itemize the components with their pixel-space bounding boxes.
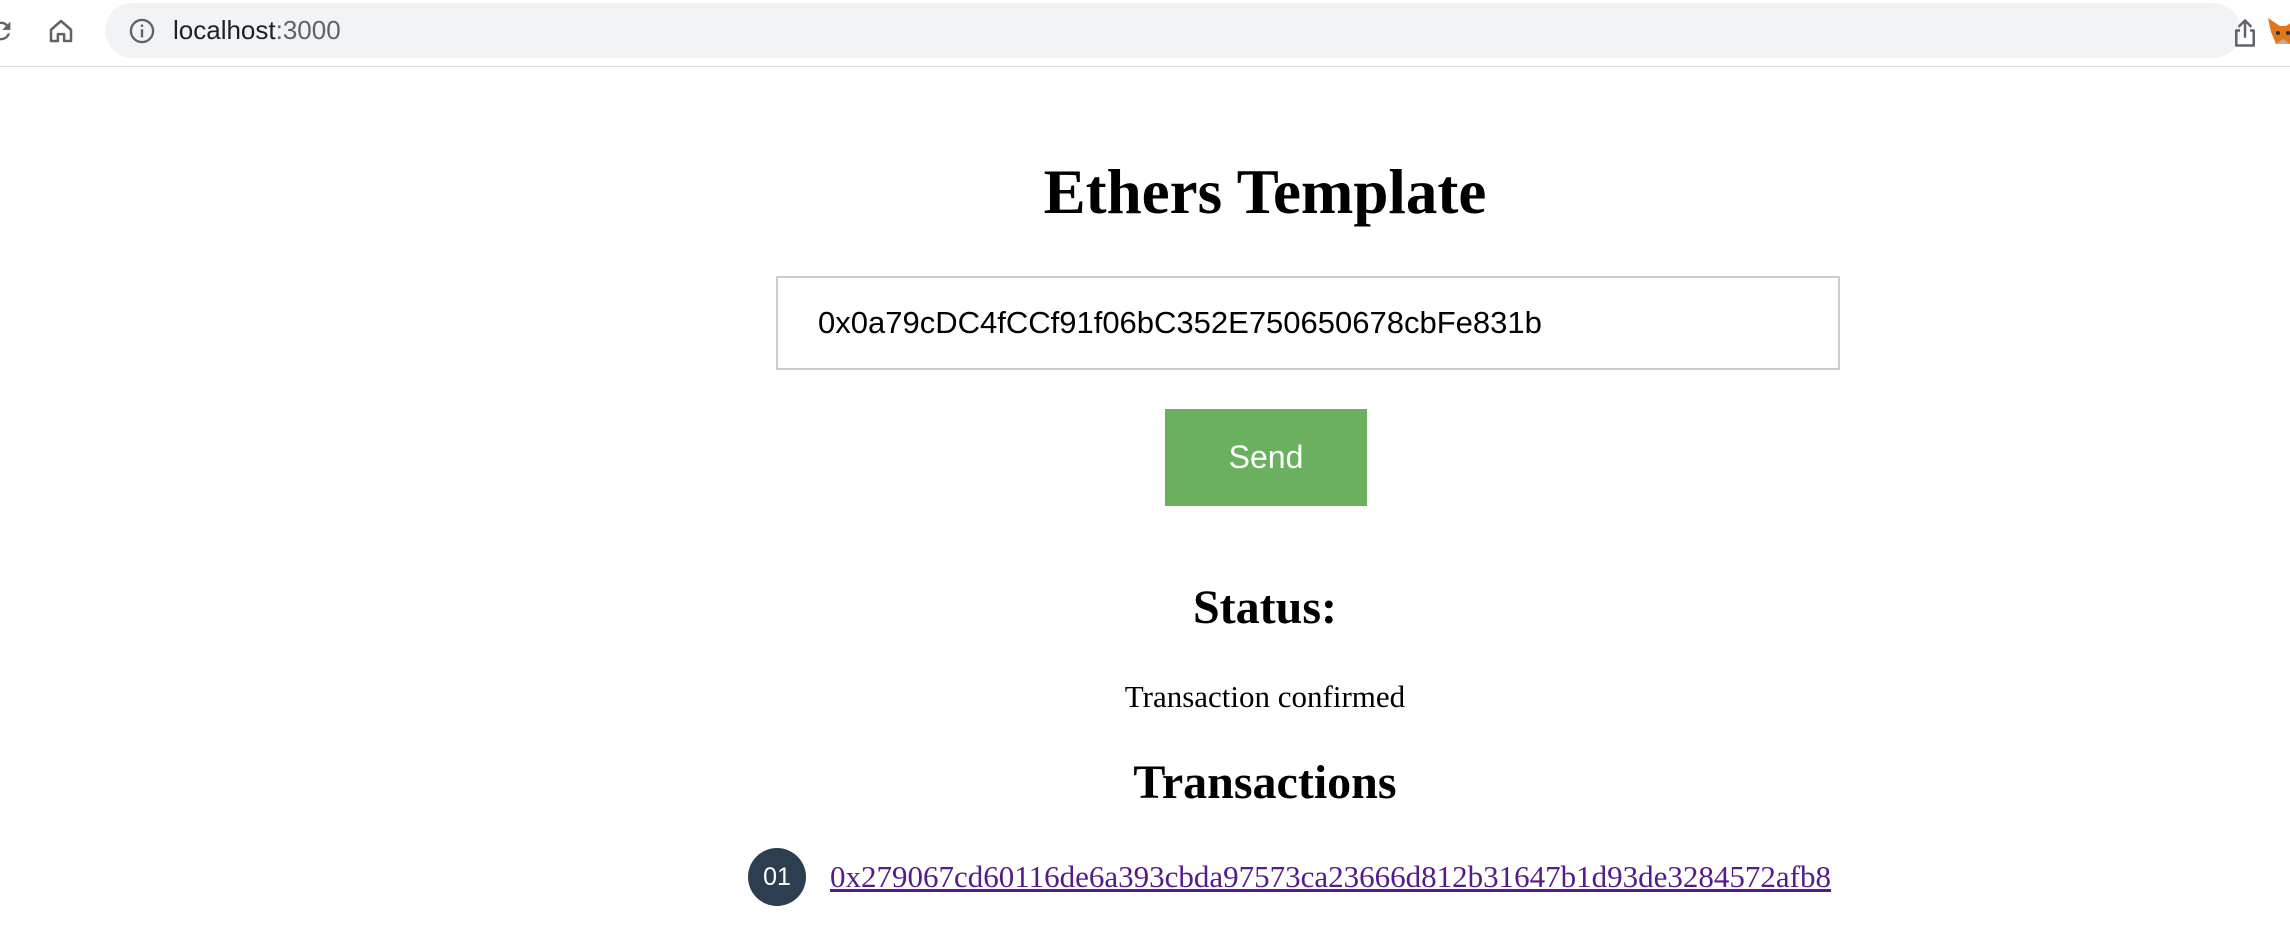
url-host: localhost: [173, 15, 276, 45]
transaction-hash-link[interactable]: 0x279067cd60116de6a393cbda97573ca23666d8…: [830, 859, 1831, 895]
page-title: Ethers Template: [1043, 157, 1487, 227]
reload-icon[interactable]: [0, 8, 24, 54]
home-icon[interactable]: [38, 8, 84, 54]
status-text: Transaction confirmed: [1124, 679, 1406, 714]
info-icon[interactable]: [127, 16, 157, 46]
share-icon[interactable]: [2223, 15, 2267, 51]
url-port: :3000: [275, 15, 341, 45]
transactions-heading: Transactions: [1133, 756, 1397, 809]
url-text[interactable]: localhost:3000: [173, 13, 341, 47]
status-heading: Status:: [1192, 581, 1338, 634]
transaction-item: 01 0x279067cd60116de6a393cbda97573ca2366…: [748, 848, 1831, 906]
address-bar[interactable]: localhost:3000: [105, 3, 2255, 58]
transaction-index-badge: 01: [748, 848, 806, 906]
send-button[interactable]: Send: [1165, 409, 1367, 506]
browser-toolbar: localhost:3000: [0, 0, 2290, 67]
extension-fox-icon[interactable]: [2266, 14, 2290, 48]
address-input[interactable]: [776, 276, 1840, 370]
